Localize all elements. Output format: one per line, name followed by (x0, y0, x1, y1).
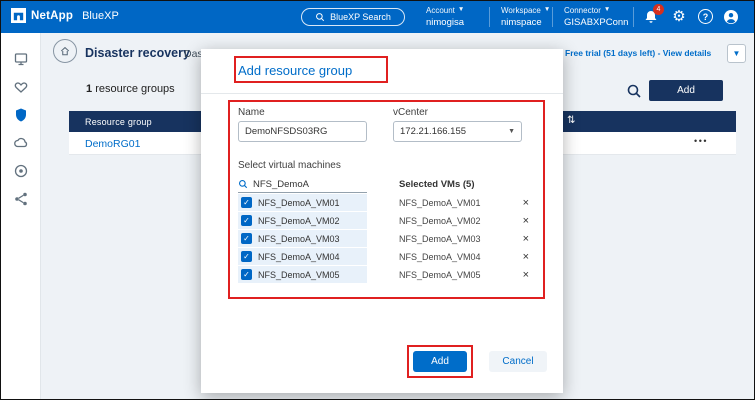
vm-list-item[interactable]: ✓ NFS_DemoA_VM05 (238, 266, 367, 283)
disaster-recovery-icon (53, 39, 77, 63)
caret-down-icon: ▼ (733, 49, 741, 58)
vcenter-value: 172.21.166.155 (400, 126, 466, 137)
remove-vm-icon[interactable]: × (520, 215, 532, 227)
selected-vms-list: NFS_DemoA_VM01 × NFS_DemoA_VM02 × NFS_De… (399, 194, 532, 284)
checkbox-checked-icon[interactable]: ✓ (241, 215, 252, 226)
chevron-down-icon: ▼ (544, 7, 550, 14)
help-icon[interactable]: ? (698, 9, 713, 24)
checkbox-checked-icon[interactable]: ✓ (241, 269, 252, 280)
vm-list: ✓ NFS_DemoA_VM01 ✓ NFS_DemoA_VM02 ✓ NFS_… (238, 194, 367, 284)
selected-vm-row: NFS_DemoA_VM05 × (399, 266, 532, 283)
selected-vm-label: NFS_DemoA_VM05 (399, 270, 481, 280)
workspace-value: nimspace (501, 17, 550, 28)
user-avatar-icon[interactable] (723, 9, 739, 25)
top-navbar: NetApp BlueXP BlueXP Search Account▼ nim… (1, 1, 755, 33)
modal-title: Add resource group (238, 63, 352, 78)
search-label: BlueXP Search (330, 12, 391, 22)
vm-list-item[interactable]: ✓ NFS_DemoA_VM01 (238, 194, 367, 211)
product-name: BlueXP (82, 10, 119, 22)
left-sidebar (1, 33, 41, 399)
gear-icon[interactable]: ⚙ (671, 9, 687, 25)
vm-label: NFS_DemoA_VM03 (258, 234, 340, 244)
workspace-selector[interactable]: Workspace▼ nimspace (501, 6, 550, 28)
sidebar-item-share-icon[interactable] (11, 189, 31, 209)
vm-label: NFS_DemoA_VM02 (258, 216, 340, 226)
account-selector[interactable]: Account▼ nimogisa (426, 6, 464, 28)
vm-label: NFS_DemoA_VM01 (258, 198, 340, 208)
chevron-down-icon: ▼ (458, 7, 464, 14)
name-label: Name (238, 107, 265, 118)
remove-vm-icon[interactable]: × (520, 269, 532, 281)
selected-vm-label: NFS_DemoA_VM02 (399, 216, 481, 226)
vm-list-item[interactable]: ✓ NFS_DemoA_VM03 (238, 230, 367, 247)
notification-badge: 4 (653, 4, 664, 15)
divider (552, 7, 553, 27)
count-label: resource groups (95, 83, 175, 95)
chevron-down-icon: ▼ (604, 7, 610, 14)
connector-selector[interactable]: Connector▼ GISABXPConn (564, 6, 628, 28)
checkbox-checked-icon[interactable]: ✓ (241, 233, 252, 244)
table-search-icon[interactable] (626, 83, 642, 99)
screen: NetApp BlueXP BlueXP Search Account▼ nim… (0, 0, 755, 400)
selected-vms-header: Selected VMs (5) (399, 179, 475, 190)
vm-search-input[interactable]: NFS_DemoA (238, 176, 367, 193)
divider (489, 7, 490, 27)
caret-down-icon: ▼ (508, 128, 515, 135)
select-vms-label: Select virtual machines (238, 160, 341, 171)
brand: NetApp BlueXP (11, 8, 119, 23)
row-menu-icon[interactable]: ••• (694, 136, 708, 146)
free-trial-link[interactable]: Free trial (51 days left) - View details (565, 48, 711, 58)
column-resource-group: Resource group (85, 117, 152, 127)
checkbox-checked-icon[interactable]: ✓ (241, 251, 252, 262)
vcenter-label: vCenter (393, 107, 428, 118)
resource-group-link[interactable]: DemoRG01 (85, 138, 140, 150)
name-input[interactable] (238, 121, 367, 142)
add-resource-group-modal: Add resource group Name vCenter 172.21.1… (201, 49, 563, 393)
account-value: nimogisa (426, 17, 464, 28)
connector-label: Connector (564, 6, 601, 15)
selected-vm-row: NFS_DemoA_VM01 × (399, 194, 532, 211)
selected-vm-label: NFS_DemoA_VM03 (399, 234, 481, 244)
remove-vm-icon[interactable]: × (520, 251, 532, 263)
count-number: 1 (86, 83, 92, 95)
trial-dropdown-button[interactable]: ▼ (727, 44, 746, 63)
divider (633, 7, 634, 27)
sidebar-item-target-icon[interactable] (11, 161, 31, 181)
divider (201, 93, 563, 94)
page-title: Disaster recovery (85, 46, 190, 60)
selected-vm-label: NFS_DemoA_VM04 (399, 252, 481, 262)
remove-vm-icon[interactable]: × (520, 197, 532, 209)
sidebar-item-health-icon[interactable] (11, 77, 31, 97)
search-icon (315, 12, 325, 22)
sidebar-item-console-icon[interactable] (11, 49, 31, 69)
selected-vm-row: NFS_DemoA_VM04 × (399, 248, 532, 265)
vm-label: NFS_DemoA_VM05 (258, 270, 340, 280)
resource-groups-count: 1 resource groups (86, 83, 175, 95)
checkbox-checked-icon[interactable]: ✓ (241, 197, 252, 208)
selected-vm-row: NFS_DemoA_VM03 × (399, 230, 532, 247)
connector-value: GISABXPConn (564, 17, 628, 28)
search-icon (238, 179, 248, 189)
brand-name: NetApp (31, 10, 73, 22)
remove-vm-icon[interactable]: × (520, 233, 532, 245)
vm-search-value: NFS_DemoA (253, 179, 309, 190)
selected-vm-label: NFS_DemoA_VM01 (399, 198, 481, 208)
sidebar-item-protection-shield-icon[interactable] (11, 105, 31, 125)
account-label: Account (426, 6, 455, 15)
vm-label: NFS_DemoA_VM04 (258, 252, 340, 262)
workspace-label: Workspace (501, 6, 541, 15)
bluexp-search[interactable]: BlueXP Search (301, 8, 405, 26)
sidebar-item-cloud-icon[interactable] (11, 133, 31, 153)
vcenter-select[interactable]: 172.21.166.155 ▼ (393, 121, 522, 142)
vm-list-item[interactable]: ✓ NFS_DemoA_VM04 (238, 248, 367, 265)
netapp-logo-icon (11, 8, 26, 23)
modal-cancel-button[interactable]: Cancel (489, 351, 547, 372)
selected-vm-row: NFS_DemoA_VM02 × (399, 212, 532, 229)
vm-list-item[interactable]: ✓ NFS_DemoA_VM02 (238, 212, 367, 229)
modal-add-button[interactable]: Add (413, 351, 467, 372)
add-resource-group-button[interactable]: Add (649, 80, 723, 101)
sort-icon[interactable]: ⇅ (567, 115, 575, 126)
